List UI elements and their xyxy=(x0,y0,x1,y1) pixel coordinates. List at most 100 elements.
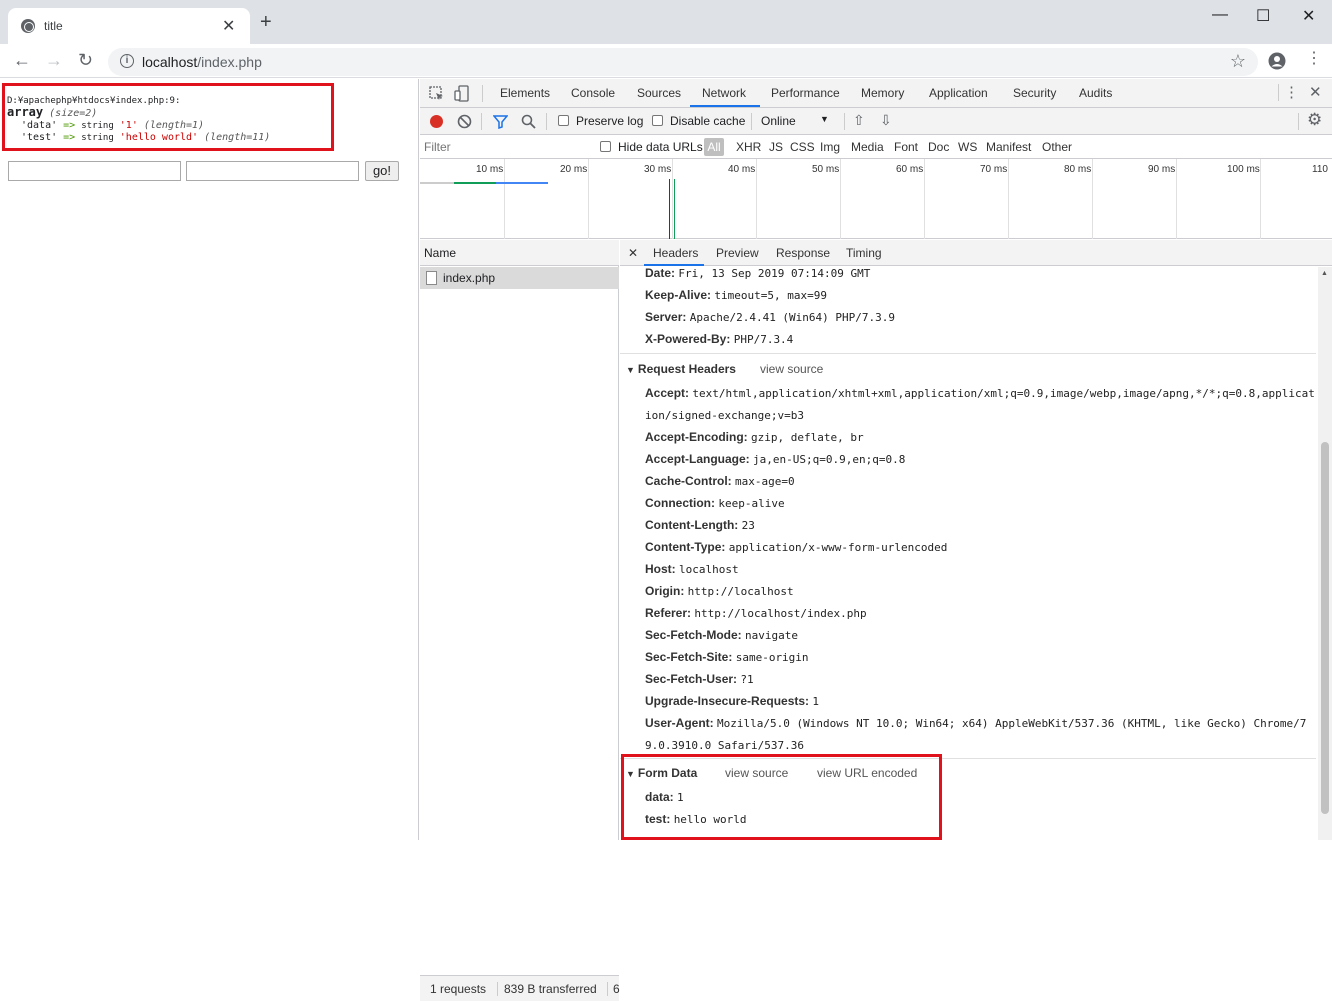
tab-security[interactable]: Security xyxy=(1013,86,1056,100)
timeline-gridline xyxy=(504,159,505,239)
filter-type-font[interactable]: Font xyxy=(894,140,918,154)
request-header: Connection: keep-alive xyxy=(645,496,785,510)
tab-console[interactable]: Console xyxy=(571,86,615,100)
timeline-gridline xyxy=(840,159,841,239)
tab-network[interactable]: Network xyxy=(702,86,746,100)
maximize-button[interactable]: ☐ xyxy=(1256,6,1270,26)
preserve-log-checkbox[interactable] xyxy=(558,115,569,126)
filter-type-xhr[interactable]: XHR xyxy=(736,140,761,154)
timeline-gridline xyxy=(1176,159,1177,239)
scroll-up-icon[interactable]: ▲ xyxy=(1321,270,1328,277)
chevron-down-icon[interactable]: ▼ xyxy=(820,114,829,124)
tab-preview[interactable]: Preview xyxy=(716,246,759,260)
new-tab-button[interactable]: + xyxy=(260,12,272,32)
tab-sources[interactable]: Sources xyxy=(637,86,681,100)
tab-response[interactable]: Response xyxy=(776,246,830,260)
back-arrow-icon[interactable]: ← xyxy=(13,51,31,69)
timeline-tick: 90 ms xyxy=(1148,164,1176,175)
summary-overflow: 6 xyxy=(613,982,620,996)
tab-performance[interactable]: Performance xyxy=(771,86,840,100)
tab-application[interactable]: Application xyxy=(929,86,988,100)
request-header: Accept: text/html,application/xhtml+xml,… xyxy=(645,386,1315,400)
clear-icon[interactable] xyxy=(457,114,472,129)
device-toolbar-icon[interactable] xyxy=(454,85,470,102)
filter-input[interactable] xyxy=(424,137,590,157)
test-input[interactable] xyxy=(186,161,359,181)
tab-timing[interactable]: Timing xyxy=(846,246,882,260)
filter-type-all[interactable]: All xyxy=(704,138,724,156)
request-headers-section[interactable]: ▼ Request Headers xyxy=(626,362,736,376)
document-icon xyxy=(426,271,437,285)
name-column-header[interactable]: Name xyxy=(420,240,619,266)
request-header: Sec-Fetch-User: ?1 xyxy=(645,672,754,686)
timeline-tick: 80 ms xyxy=(1064,164,1092,175)
tab-elements[interactable]: Elements xyxy=(500,86,550,100)
tab-memory[interactable]: Memory xyxy=(861,86,904,100)
disable-cache-checkbox[interactable] xyxy=(652,115,663,126)
response-header: X-Powered-By: PHP/7.3.4 xyxy=(645,332,794,346)
request-header: Referer: http://localhost/index.php xyxy=(645,606,867,620)
timeline-tick: 40 ms xyxy=(728,164,756,175)
request-name: index.php xyxy=(443,271,496,285)
detail-scrollbar[interactable]: ▲ xyxy=(1318,267,1332,840)
browser-toolbar: ← → ↻ i localhost/index.php ☆ ⋮ xyxy=(0,44,1332,78)
dom-content-loaded-marker xyxy=(674,179,675,239)
export-har-icon[interactable]: ⇩ xyxy=(880,112,892,129)
timeline-tick: 20 ms xyxy=(560,164,588,175)
filter-type-manifest[interactable]: Manifest xyxy=(986,140,1031,154)
timeline-tick: 100 ms xyxy=(1227,164,1260,175)
info-icon[interactable]: i xyxy=(120,54,134,68)
filter-bar: Hide data URLs All XHR JS CSS Img Media … xyxy=(420,135,1332,159)
caret-down-icon: ▼ xyxy=(626,365,635,375)
address-bar[interactable]: i localhost/index.php ☆ xyxy=(108,48,1258,76)
filter-type-css[interactable]: CSS xyxy=(790,140,815,154)
search-icon[interactable] xyxy=(521,114,536,129)
filter-type-doc[interactable]: Doc xyxy=(928,140,949,154)
filter-type-ws[interactable]: WS xyxy=(958,140,977,154)
scrollbar-thumb[interactable] xyxy=(1321,442,1329,814)
filter-type-other[interactable]: Other xyxy=(1042,140,1072,154)
filter-icon[interactable] xyxy=(493,114,508,129)
record-icon[interactable] xyxy=(430,115,443,128)
timeline-gridline xyxy=(1092,159,1093,239)
timeline-gridline xyxy=(1260,159,1261,239)
tab-headers[interactable]: Headers xyxy=(653,246,698,260)
filter-type-js[interactable]: JS xyxy=(769,140,783,154)
request-count: 1 requests xyxy=(430,982,487,996)
request-header: ion/signed-exchange;v=b3 xyxy=(645,409,804,422)
request-header: Content-Length: 23 xyxy=(645,518,755,532)
filter-type-img[interactable]: Img xyxy=(820,140,840,154)
active-tab-indicator xyxy=(690,105,760,107)
filter-type-media[interactable]: Media xyxy=(851,140,884,154)
timeline-gridline xyxy=(1008,159,1009,239)
disable-cache-label: Disable cache xyxy=(670,114,746,128)
request-header: Sec-Fetch-Mode: navigate xyxy=(645,628,799,642)
request-header: Sec-Fetch-Site: same-origin xyxy=(645,650,809,664)
go-button[interactable]: go! xyxy=(365,161,399,181)
devtools-tabbar: Elements Console Sources Network Perform… xyxy=(420,79,1332,108)
tab-close-icon[interactable]: ✕ xyxy=(222,16,235,36)
tab-audits[interactable]: Audits xyxy=(1079,86,1112,100)
view-source-link[interactable]: view source xyxy=(760,362,823,376)
import-har-icon[interactable]: ⇧ xyxy=(853,112,865,129)
browser-tab[interactable]: title ✕ xyxy=(8,8,250,44)
devtools-menu-icon[interactable]: ⋮ xyxy=(1284,83,1299,101)
minimize-button[interactable]: — xyxy=(1212,6,1228,24)
detail-close-icon[interactable]: ✕ xyxy=(628,246,638,260)
gear-icon[interactable]: ⚙ xyxy=(1307,110,1322,130)
network-overview[interactable]: 10 ms 20 ms 30 ms 40 ms 50 ms 60 ms 70 m… xyxy=(420,159,1332,239)
window-close-button[interactable]: ✕ xyxy=(1302,6,1315,26)
request-bar-download xyxy=(496,182,548,184)
devtools-close-icon[interactable]: ✕ xyxy=(1309,83,1322,101)
forward-arrow-icon[interactable]: → xyxy=(45,51,63,69)
profile-icon[interactable] xyxy=(1268,52,1286,70)
timeline-gridline xyxy=(672,159,673,239)
hide-data-urls-checkbox[interactable] xyxy=(600,141,611,152)
throttling-select[interactable]: Online xyxy=(761,114,796,128)
request-row[interactable]: index.php xyxy=(420,267,619,289)
data-input[interactable] xyxy=(8,161,181,181)
reload-icon[interactable]: ↻ xyxy=(78,51,93,69)
menu-kebab-icon[interactable]: ⋮ xyxy=(1306,50,1322,68)
inspect-element-icon[interactable] xyxy=(429,86,444,101)
bookmark-star-icon[interactable]: ☆ xyxy=(1230,51,1246,72)
